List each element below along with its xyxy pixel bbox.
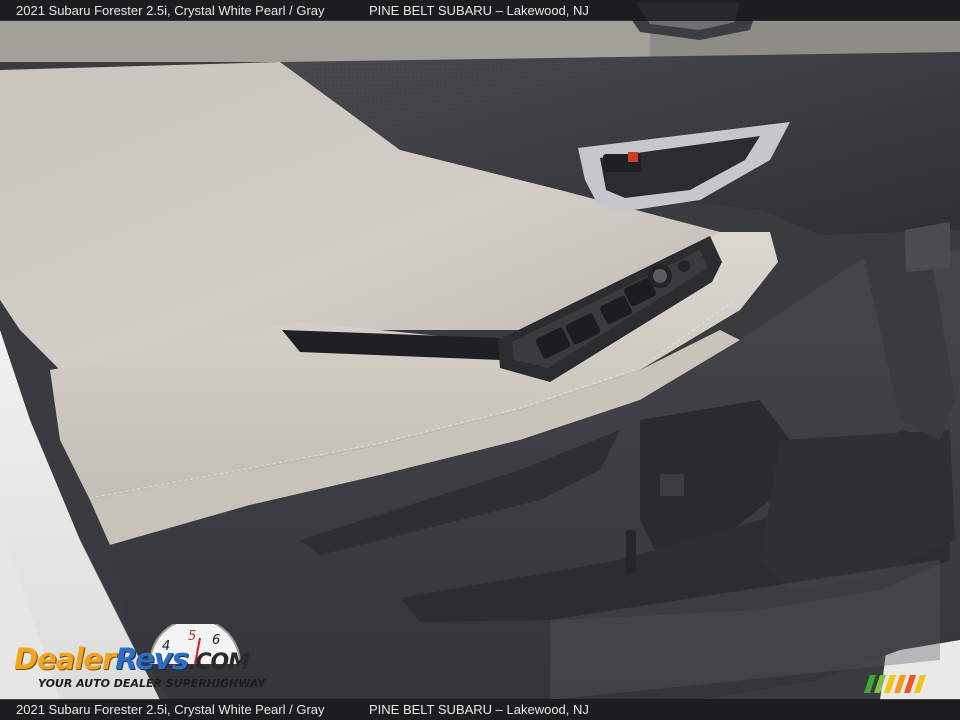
dealerrevs-logo: 4 5 6 DealerRevs.COM YOUR AUTO DEALER SU… xyxy=(12,624,272,694)
caption-bar-bottom: 2021 Subaru Forester 2.5i, Crystal White… xyxy=(0,699,960,720)
logo-wordmark: DealerRevs.COM xyxy=(14,642,250,676)
dealer-caption: PINE BELT SUBARU – Lakewood, NJ xyxy=(369,702,589,717)
door-panel-photo xyxy=(0,0,960,720)
logo-dealer-text: Dealer xyxy=(14,642,116,676)
logo-revs-text: Revs xyxy=(115,642,189,676)
photo-frame: 2021 Subaru Forester 2.5i, Crystal White… xyxy=(0,0,960,720)
vehicle-caption: 2021 Subaru Forester 2.5i, Crystal White… xyxy=(16,3,325,18)
vehicle-caption: 2021 Subaru Forester 2.5i, Crystal White… xyxy=(16,702,325,717)
logo-tagline: YOUR AUTO DEALER SUPERHIGHWAY xyxy=(38,677,266,690)
logo-com-text: .COM xyxy=(187,650,250,675)
caption-bar-top: 2021 Subaru Forester 2.5i, Crystal White… xyxy=(0,0,960,21)
dealer-caption: PINE BELT SUBARU – Lakewood, NJ xyxy=(369,3,589,18)
color-stripes-icon xyxy=(864,675,926,693)
